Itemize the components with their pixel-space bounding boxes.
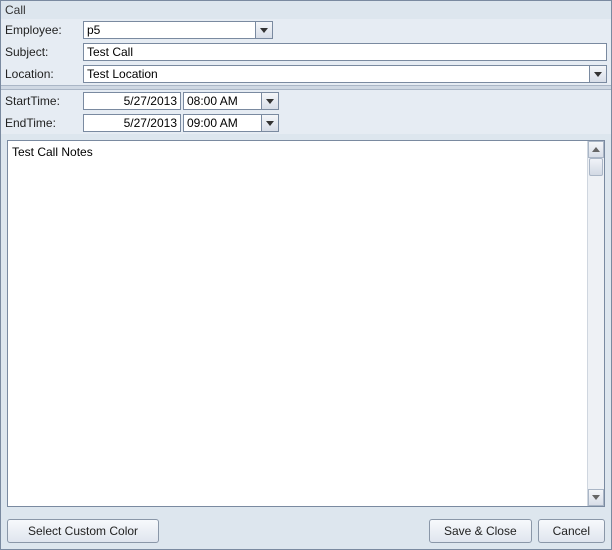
window-title: Call [1,1,611,19]
scroll-thumb[interactable] [589,158,603,176]
start-time-combo[interactable] [183,92,279,110]
end-time-combo[interactable] [183,114,279,132]
chevron-up-icon [592,147,600,152]
chevron-down-icon [260,28,268,33]
employee-dropdown-button[interactable] [255,21,273,39]
end-time-input[interactable] [183,114,261,132]
start-date-input[interactable] [83,92,181,110]
notes-area [7,140,605,507]
start-time-input[interactable] [183,92,261,110]
subject-row: Subject: [1,41,611,63]
location-label: Location: [5,67,81,81]
notes-textarea[interactable] [8,141,587,506]
location-row: Location: [1,63,611,85]
button-bar: Select Custom Color Save & Close Cancel [1,513,611,549]
select-custom-color-button[interactable]: Select Custom Color [7,519,159,543]
cancel-button[interactable]: Cancel [538,519,605,543]
chevron-down-icon [592,495,600,500]
notes-scrollbar[interactable] [587,141,604,506]
location-input[interactable] [83,65,589,83]
location-dropdown-button[interactable] [589,65,607,83]
save-close-button[interactable]: Save & Close [429,519,532,543]
chevron-down-icon [266,121,274,126]
start-row: StartTime: [1,90,611,112]
start-label: StartTime: [5,94,81,108]
employee-input[interactable] [83,21,255,39]
scroll-down-button[interactable] [588,489,604,506]
end-label: EndTime: [5,116,81,130]
location-combo[interactable] [83,65,607,83]
chevron-down-icon [266,99,274,104]
form-area: Employee: Subject: Location: [1,19,611,134]
scroll-up-button[interactable] [588,141,604,158]
chevron-down-icon [594,72,602,77]
employee-row: Employee: [1,19,611,41]
subject-input[interactable] [83,43,607,61]
end-row: EndTime: [1,112,611,134]
end-date-input[interactable] [83,114,181,132]
end-time-dropdown-button[interactable] [261,114,279,132]
call-dialog: Call Employee: Subject: Location: [0,0,612,550]
employee-label: Employee: [5,23,81,37]
scroll-track[interactable] [588,158,604,489]
start-time-dropdown-button[interactable] [261,92,279,110]
employee-combo[interactable] [83,21,273,39]
subject-label: Subject: [5,45,81,59]
